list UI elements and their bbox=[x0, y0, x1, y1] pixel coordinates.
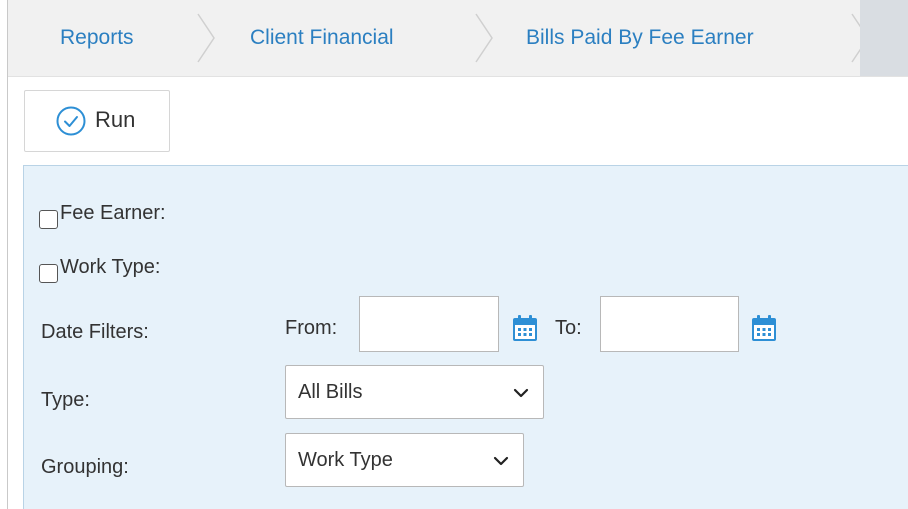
breadcrumb-tail bbox=[860, 0, 908, 76]
from-label: From: bbox=[285, 317, 338, 339]
fee-earner-checkbox[interactable] bbox=[39, 210, 58, 229]
work-type-checkbox[interactable] bbox=[39, 264, 58, 283]
chevron-down-icon bbox=[513, 388, 529, 398]
type-select-value: All Bills bbox=[298, 381, 363, 403]
breadcrumb-separator bbox=[474, 0, 496, 76]
run-button[interactable]: Run bbox=[24, 90, 170, 152]
breadcrumb-bills-paid-by-fee-earner[interactable]: Bills Paid By Fee Earner bbox=[526, 0, 754, 76]
breadcrumb: Reports Client Financial Bills Paid By F… bbox=[8, 0, 908, 77]
run-button-label: Run bbox=[95, 107, 136, 132]
from-date-input[interactable] bbox=[359, 296, 499, 352]
breadcrumb-client-financial[interactable]: Client Financial bbox=[250, 0, 394, 76]
grouping-select[interactable]: Work Type bbox=[285, 433, 524, 487]
type-select[interactable]: All Bills bbox=[285, 365, 544, 419]
filter-panel: Fee Earner: Work Type: Date Filters: Fro… bbox=[23, 165, 908, 509]
breadcrumb-separator bbox=[196, 0, 218, 76]
to-label: To: bbox=[555, 317, 582, 339]
to-date-input[interactable] bbox=[600, 296, 739, 352]
date-filters-label: Date Filters: bbox=[41, 321, 149, 343]
grouping-select-value: Work Type bbox=[298, 449, 393, 471]
check-circle-icon bbox=[56, 106, 86, 136]
type-label: Type: bbox=[41, 389, 90, 411]
work-type-label: Work Type: bbox=[60, 256, 161, 278]
breadcrumb-reports[interactable]: Reports bbox=[60, 0, 134, 76]
grouping-label: Grouping: bbox=[41, 456, 129, 478]
fee-earner-label: Fee Earner: bbox=[60, 202, 166, 224]
chevron-down-icon bbox=[493, 456, 509, 466]
from-calendar-icon[interactable] bbox=[512, 314, 538, 342]
to-calendar-icon[interactable] bbox=[751, 314, 777, 342]
